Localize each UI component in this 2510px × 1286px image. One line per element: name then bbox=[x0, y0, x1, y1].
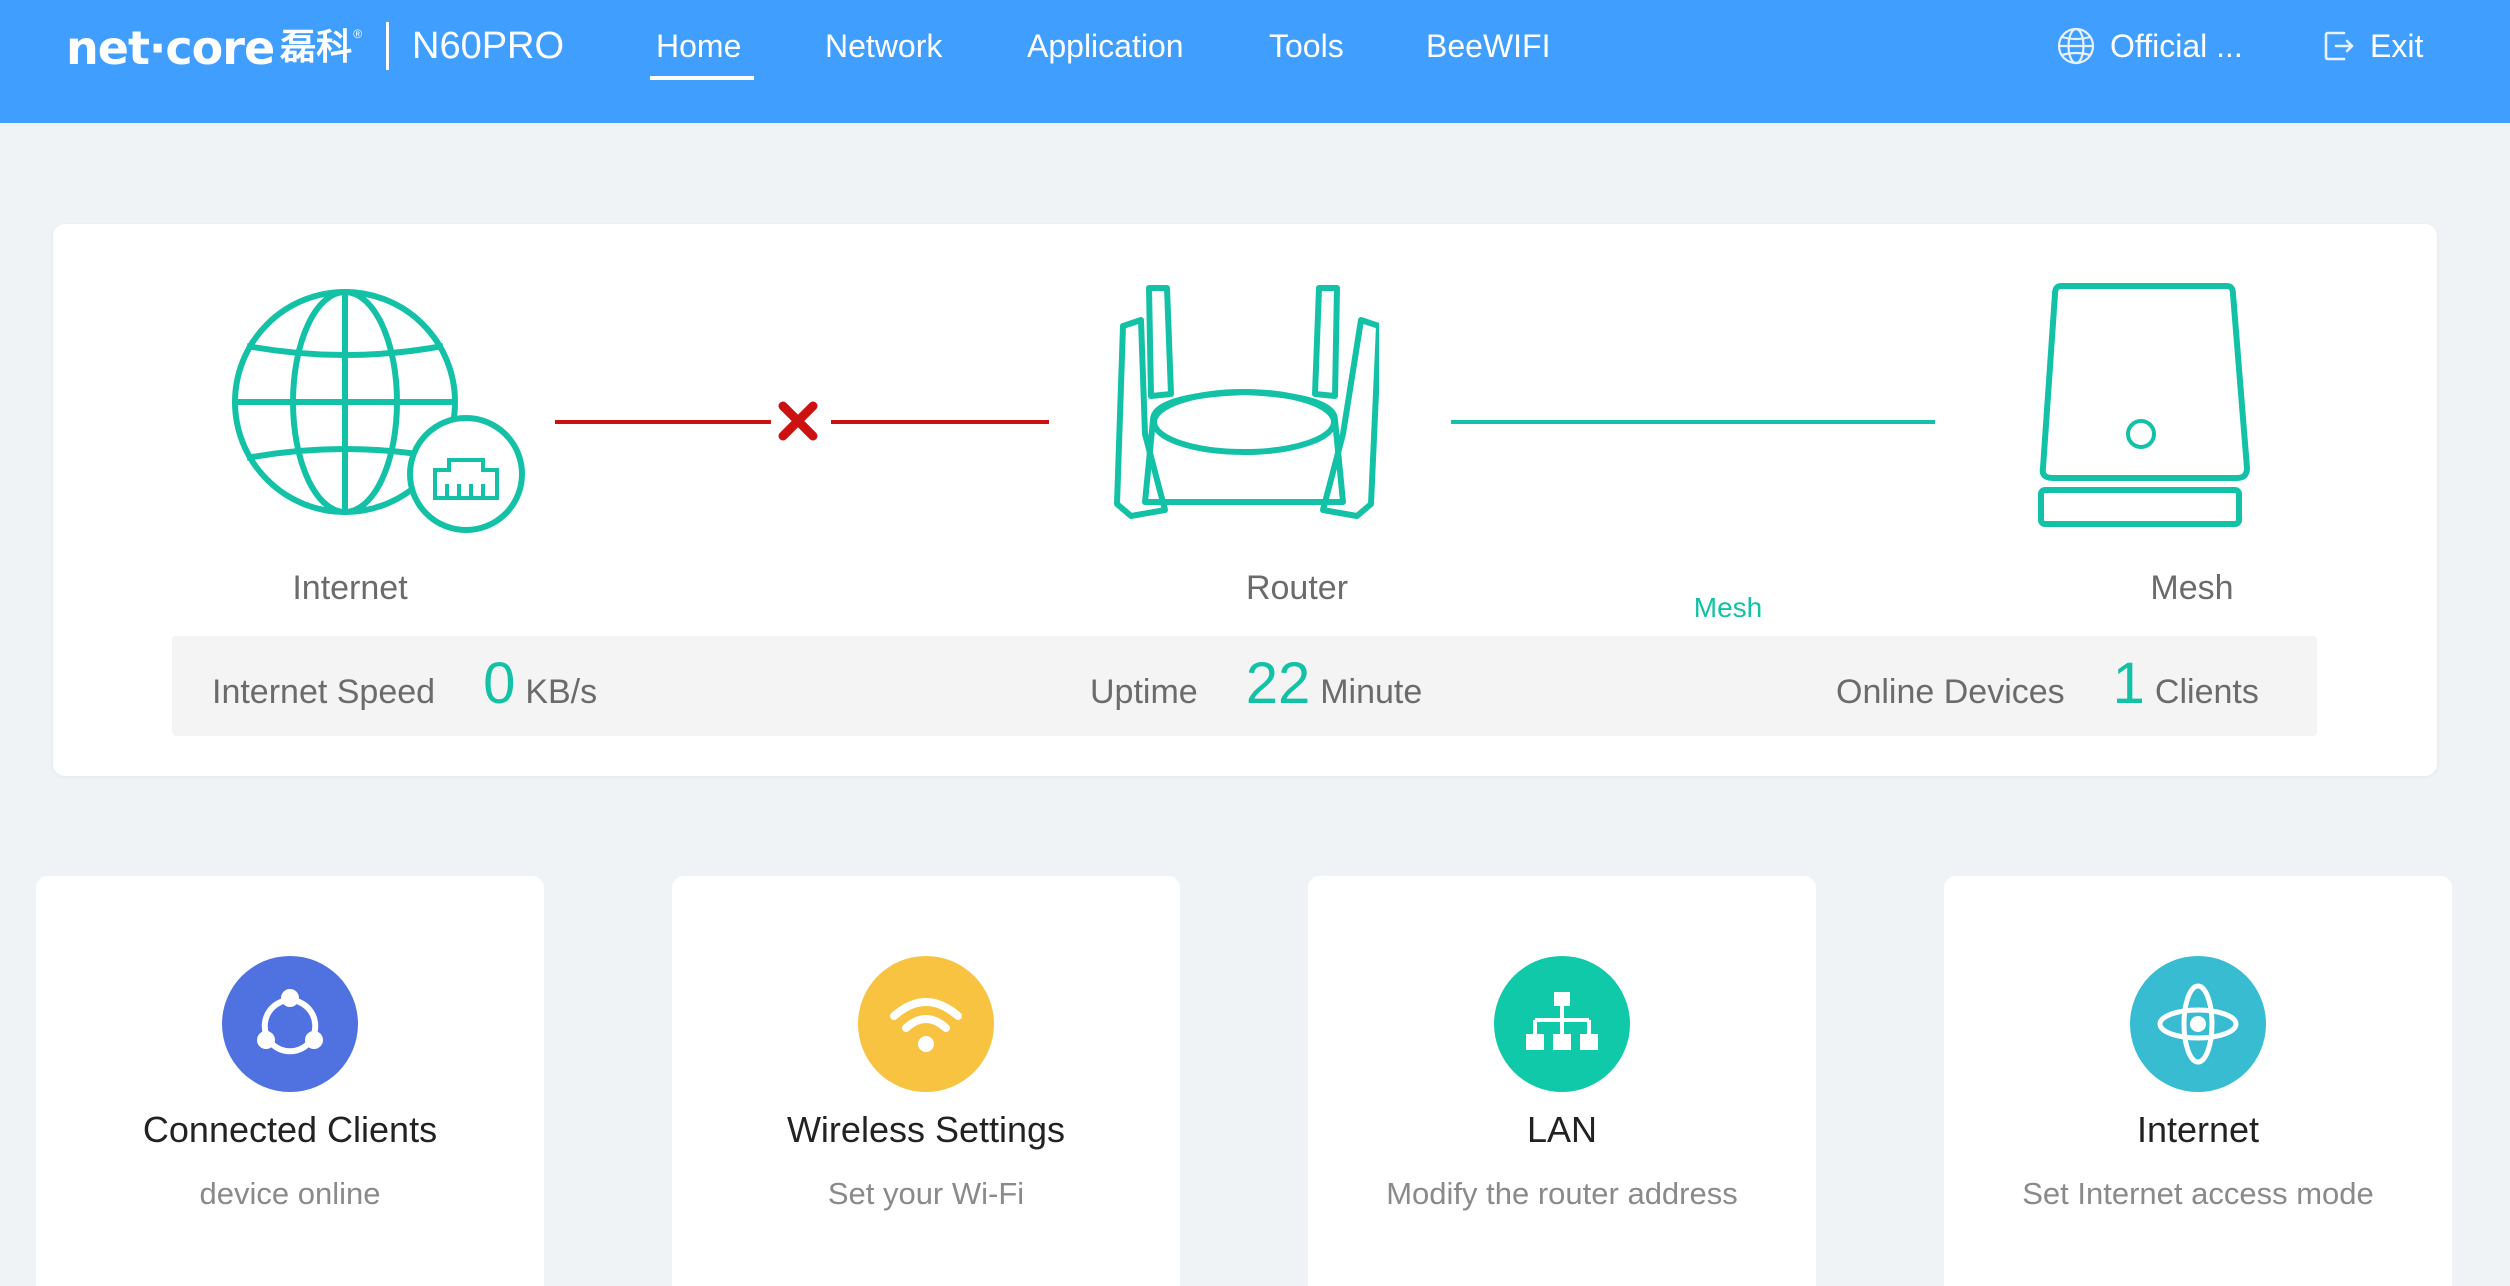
uptime-unit: Minute bbox=[1320, 673, 1423, 711]
official-site-link[interactable]: Official ... bbox=[2056, 22, 2243, 70]
nav-active-indicator bbox=[650, 76, 754, 80]
online-devices-unit: Clients bbox=[2154, 673, 2259, 711]
card-description: Set Internet access mode bbox=[2022, 1176, 2374, 1211]
card-title: Wireless Settings bbox=[786, 1109, 1066, 1150]
uptime-stat: Uptime 22 Minute bbox=[1090, 636, 1422, 736]
internet-link-line-left bbox=[555, 420, 771, 424]
official-label: Official ... bbox=[2110, 27, 2243, 64]
exit-label: Exit bbox=[2370, 27, 2424, 64]
disconnected-x-icon bbox=[778, 401, 818, 441]
internet-speed-stat: Internet Speed 0 KB/s bbox=[212, 636, 597, 736]
internet-speed-value: 0 bbox=[483, 651, 516, 716]
router-icon[interactable] bbox=[1109, 284, 1379, 524]
nav-network[interactable]: Network bbox=[825, 22, 942, 70]
logo-registered-mark: ® bbox=[353, 27, 363, 41]
wifi-icon bbox=[858, 956, 994, 1092]
logo-chinese: 磊科 bbox=[280, 27, 353, 68]
online-devices-label: Online Devices bbox=[1836, 673, 2065, 711]
connected-clients-card[interactable]: Connected Clients device online bbox=[36, 876, 544, 1286]
model-name: N60PRO bbox=[412, 25, 565, 67]
internet-speed-label: Internet Speed bbox=[212, 673, 436, 711]
lan-card[interactable]: LAN Modify the router address bbox=[1308, 876, 1816, 1286]
internet-speed-unit: KB/s bbox=[525, 673, 598, 711]
netcore-logo[interactable]: net·core 磊科 ® bbox=[66, 21, 363, 75]
globe-icon bbox=[2057, 27, 2095, 65]
nav-home[interactable]: Home bbox=[656, 22, 741, 70]
card-description: Set your Wi-Fi bbox=[827, 1176, 1025, 1211]
uptime-value: 22 bbox=[1245, 651, 1311, 716]
internet-card[interactable]: Internet Set Internet access mode bbox=[1944, 876, 2452, 1286]
online-devices-value: 1 bbox=[2112, 651, 2145, 716]
network-status-card: Internet Router Mesh Mesh Internet Speed… bbox=[53, 224, 2437, 776]
nav-application[interactable]: Application bbox=[1027, 22, 1184, 70]
network-tree-icon bbox=[1494, 956, 1630, 1092]
stats-bar: Internet Speed 0 KB/s Uptime 22 Minute O… bbox=[172, 636, 2317, 736]
logo-wordmark: net·core bbox=[66, 21, 275, 75]
exit-button[interactable]: Exit bbox=[2322, 22, 2423, 70]
card-title: LAN bbox=[1526, 1109, 1598, 1150]
nav-tools[interactable]: Tools bbox=[1269, 22, 1344, 70]
router-node-label: Router bbox=[1245, 569, 1349, 607]
top-nav-bar: net·core 磊科 ® N60PRO Home Network Applic… bbox=[0, 0, 2510, 123]
card-description: device online bbox=[199, 1176, 381, 1211]
internet-node-label: Internet bbox=[292, 569, 408, 607]
mesh-link-label: Mesh bbox=[1693, 592, 1763, 623]
internet-globe-icon[interactable] bbox=[225, 284, 531, 544]
nav-beewifi[interactable]: BeeWIFI bbox=[1426, 22, 1550, 70]
logout-icon bbox=[2324, 31, 2354, 61]
mesh-link-line bbox=[1451, 420, 1935, 424]
logo-divider bbox=[386, 22, 389, 70]
share-nodes-icon bbox=[222, 956, 358, 1092]
mesh-node-icon[interactable] bbox=[2035, 282, 2255, 536]
card-description: Modify the router address bbox=[1386, 1176, 1738, 1211]
internet-link-line-right bbox=[831, 420, 1049, 424]
online-devices-stat: Online Devices 1 Clients bbox=[1836, 636, 2259, 736]
card-title: Internet bbox=[2136, 1109, 2260, 1150]
mesh-node-label: Mesh bbox=[2150, 569, 2234, 607]
wireless-settings-card[interactable]: Wireless Settings Set your Wi-Fi bbox=[672, 876, 1180, 1286]
uptime-label: Uptime bbox=[1090, 673, 1198, 711]
satellite-orbit-icon bbox=[2130, 956, 2266, 1092]
card-title: Connected Clients bbox=[142, 1109, 438, 1150]
